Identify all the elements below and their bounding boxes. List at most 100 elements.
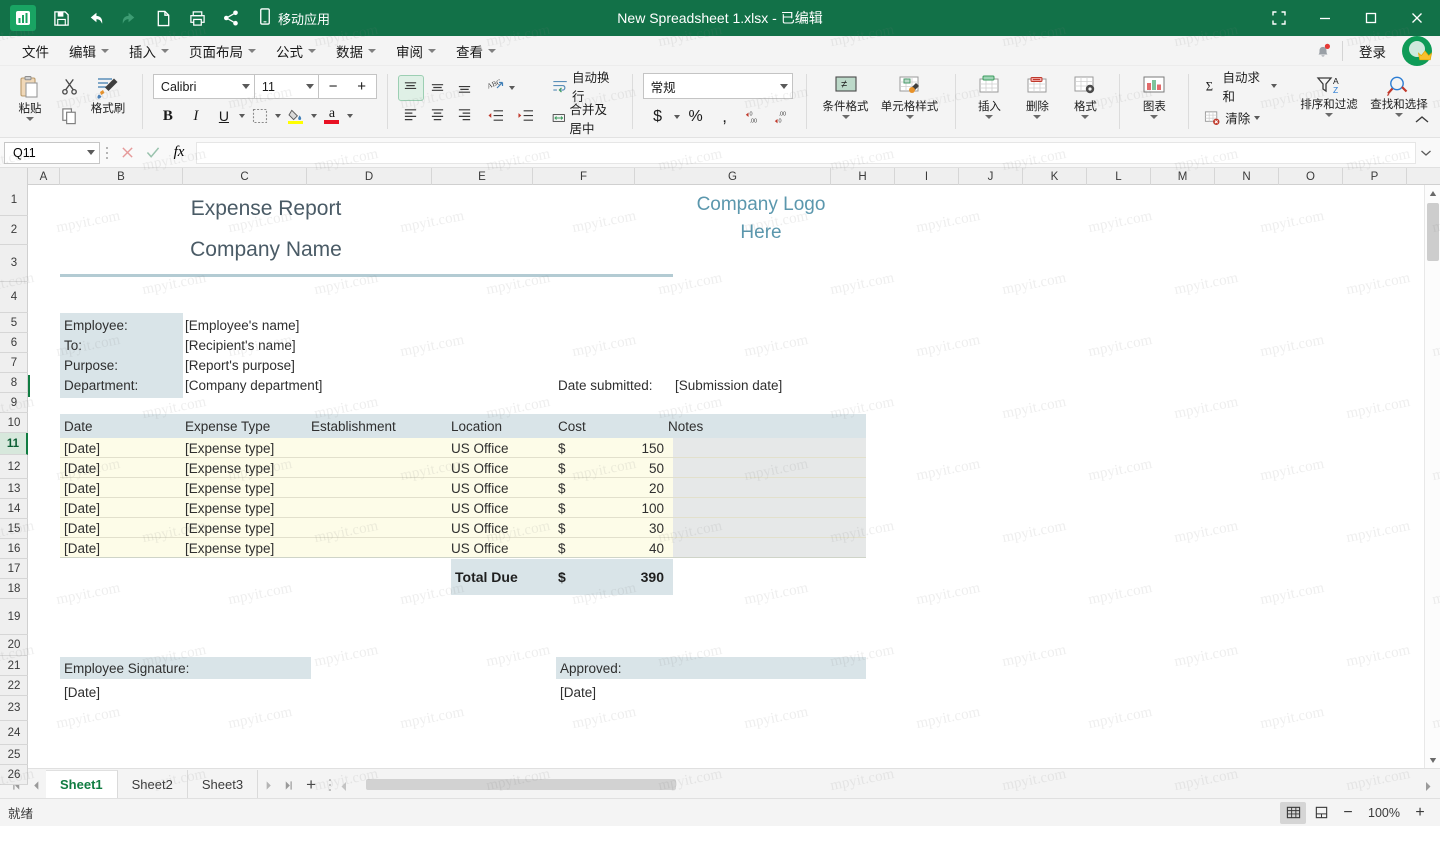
- increase-decimal-button[interactable]: 0.00: [741, 104, 767, 130]
- borders-chevron-down-icon[interactable]: [274, 114, 281, 118]
- table-cell-type[interactable]: [Expense type]: [185, 538, 310, 558]
- row-header-8[interactable]: 8: [0, 373, 28, 393]
- save-button[interactable]: [44, 3, 78, 33]
- row-header-17[interactable]: 17: [0, 559, 28, 579]
- table-cell-location[interactable]: US Office: [451, 438, 551, 458]
- table-cell-type[interactable]: [Expense type]: [185, 498, 310, 518]
- table-header-establishment[interactable]: Establishment: [311, 414, 436, 438]
- formula-bar-grip[interactable]: [100, 145, 114, 161]
- row-header-9[interactable]: 9: [0, 393, 28, 413]
- font-size-select[interactable]: 11: [254, 74, 319, 99]
- table-cell-location[interactable]: US Office: [451, 538, 551, 558]
- cell-styles-button[interactable]: 单元格样式: [875, 71, 945, 133]
- row-header-7[interactable]: 7: [0, 353, 28, 373]
- scroll-up-button[interactable]: [1425, 185, 1440, 201]
- insert-function-button[interactable]: fx: [166, 141, 192, 165]
- autosum-button[interactable]: Σ 自动求和: [1199, 71, 1282, 104]
- wrap-text-button[interactable]: 自动换行: [547, 71, 622, 104]
- approved-date[interactable]: [Date]: [560, 681, 840, 703]
- font-color-button[interactable]: a: [319, 103, 345, 129]
- previous-sheet-button[interactable]: [26, 772, 46, 798]
- row-header-21[interactable]: 21: [0, 656, 28, 676]
- approved-label[interactable]: Approved:: [560, 657, 840, 679]
- menu-item-review[interactable]: 审阅: [386, 37, 446, 65]
- column-header-h[interactable]: H: [831, 168, 895, 185]
- row-header-19[interactable]: 19: [0, 599, 28, 635]
- chevron-down-icon[interactable]: [1150, 114, 1159, 119]
- paste-button[interactable]: 粘贴: [6, 71, 54, 133]
- cancel-formula-button[interactable]: [114, 141, 140, 165]
- table-cell-location[interactable]: US Office: [451, 478, 551, 498]
- table-cell-currency[interactable]: $: [558, 518, 572, 538]
- info-label-to[interactable]: To:: [64, 335, 184, 355]
- align-center-button[interactable]: [425, 102, 451, 128]
- table-cell-date[interactable]: [Date]: [64, 478, 184, 498]
- sign-in-button[interactable]: 登录: [1353, 38, 1392, 64]
- menu-item-file[interactable]: 文件: [12, 37, 59, 65]
- zoom-out-button[interactable]: −: [1336, 802, 1360, 824]
- scroll-left-button[interactable]: [340, 779, 348, 797]
- chevron-down-icon[interactable]: [841, 114, 850, 119]
- table-header-location[interactable]: Location: [451, 414, 551, 438]
- table-cell-currency[interactable]: $: [558, 438, 572, 458]
- employee-signature-date[interactable]: [Date]: [64, 681, 304, 703]
- fill-color-chevron-down-icon[interactable]: [310, 114, 317, 118]
- align-bottom-button[interactable]: [452, 75, 478, 101]
- notification-bell-icon[interactable]: [1314, 42, 1332, 60]
- align-middle-button[interactable]: [425, 75, 451, 101]
- collapse-ribbon-button[interactable]: [1414, 113, 1430, 131]
- info-value-to[interactable]: [Recipient's name]: [185, 335, 485, 355]
- table-cell-cost[interactable]: 20: [572, 478, 664, 498]
- align-right-button[interactable]: [452, 102, 478, 128]
- row-header-14[interactable]: 14: [0, 499, 28, 519]
- conditional-format-button[interactable]: ≠ 条件格式: [817, 71, 875, 133]
- font-color-chevron-down-icon[interactable]: [346, 114, 353, 118]
- format-cells-button[interactable]: 格式: [1061, 71, 1109, 133]
- table-cell-date[interactable]: [Date]: [64, 498, 184, 518]
- row-header-20[interactable]: 20: [0, 635, 28, 656]
- currency-chevron-down-icon[interactable]: [673, 115, 680, 119]
- table-cell-date[interactable]: [Date]: [64, 458, 184, 478]
- info-value-purpose[interactable]: [Report's purpose]: [185, 355, 485, 375]
- table-cell-establishment[interactable]: [311, 518, 441, 538]
- decrease-decimal-button[interactable]: .00 0: [770, 104, 796, 130]
- total-due-currency[interactable]: $: [558, 559, 572, 595]
- column-header-p[interactable]: P: [1343, 168, 1407, 185]
- column-header-k[interactable]: K: [1023, 168, 1087, 185]
- table-cell-cost[interactable]: 150: [572, 438, 664, 458]
- redo-button[interactable]: [112, 3, 146, 33]
- info-value-employee[interactable]: [Employee's name]: [185, 315, 485, 335]
- text-orientation-button[interactable]: ABC: [483, 75, 509, 101]
- row-header-5[interactable]: 5: [0, 313, 28, 333]
- restore-fullscreen-button[interactable]: [1256, 0, 1302, 36]
- menu-item-page-layout[interactable]: 页面布局: [179, 37, 266, 65]
- clear-button[interactable]: 清除: [1199, 104, 1265, 132]
- employee-signature-label[interactable]: Employee Signature:: [64, 657, 304, 679]
- number-format-select[interactable]: 常规: [642, 73, 793, 99]
- company-name[interactable]: Company Name: [60, 229, 472, 271]
- column-header-c[interactable]: C: [183, 168, 307, 185]
- minimize-button[interactable]: [1302, 0, 1348, 36]
- zoom-in-button[interactable]: +: [1408, 802, 1432, 824]
- row-header-23[interactable]: 23: [0, 696, 28, 721]
- row-header-15[interactable]: 15: [0, 519, 28, 539]
- row-header-25[interactable]: 25: [0, 745, 28, 765]
- table-cell-establishment[interactable]: [311, 498, 441, 518]
- italic-button[interactable]: I: [183, 103, 209, 129]
- autosum-chevron-down-icon[interactable]: [1271, 83, 1278, 88]
- select-all-button[interactable]: [0, 168, 28, 185]
- borders-button[interactable]: [247, 103, 273, 129]
- row-header-6[interactable]: 6: [0, 333, 28, 353]
- close-button[interactable]: [1394, 0, 1440, 36]
- row-header-4[interactable]: 4: [0, 282, 28, 313]
- row-header-10[interactable]: 10: [0, 413, 28, 433]
- table-cell-type[interactable]: [Expense type]: [185, 478, 310, 498]
- chevron-down-icon[interactable]: [1033, 114, 1042, 119]
- menu-item-view[interactable]: 查看: [446, 37, 506, 65]
- clear-chevron-down-icon[interactable]: [1254, 115, 1261, 120]
- column-header-l[interactable]: L: [1087, 168, 1151, 185]
- row-header-18[interactable]: 18: [0, 579, 28, 599]
- maximize-button[interactable]: [1348, 0, 1394, 36]
- menu-item-edit[interactable]: 编辑: [59, 37, 119, 65]
- table-cell-type[interactable]: [Expense type]: [185, 438, 310, 458]
